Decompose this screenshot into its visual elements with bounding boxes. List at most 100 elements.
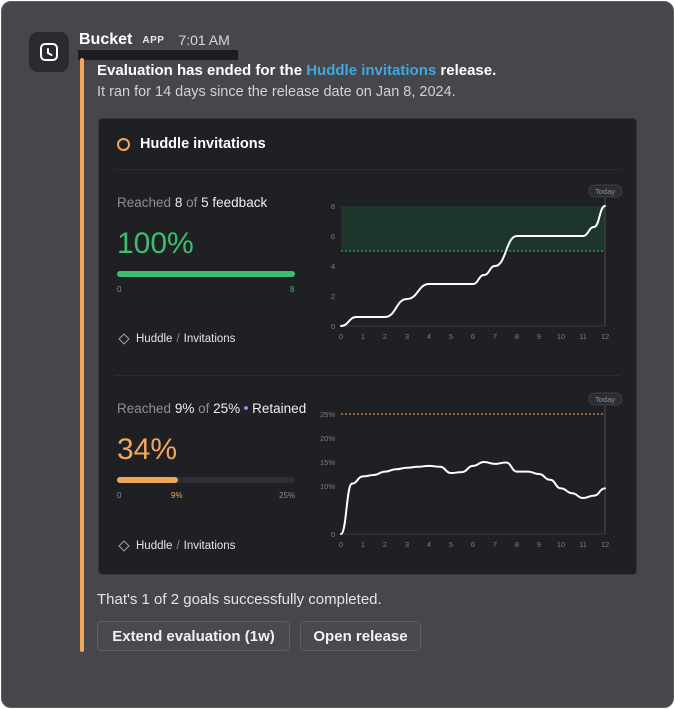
goal1-bar-min: 0	[117, 285, 122, 294]
app-badge: APP	[142, 34, 165, 46]
today-badge: Today	[588, 184, 623, 198]
x-tick-label: 6	[471, 540, 475, 549]
y-tick-label: 0	[331, 322, 335, 331]
x-tick-label: 9	[537, 540, 541, 549]
evaluation-card: Huddle invitations Reached 8 of 5 feedba…	[98, 118, 637, 575]
feature-separator: /	[176, 540, 180, 552]
bucket-logo-icon	[40, 43, 58, 61]
x-tick-label: 2	[383, 540, 387, 549]
message-text: Evaluation has ended for the	[97, 62, 307, 79]
goal2-bar-max: 25%	[279, 491, 296, 500]
reached-label: Reached	[117, 401, 172, 416]
y-tick-label: 25%	[320, 410, 335, 419]
x-tick-label: 6	[471, 332, 475, 341]
evaluation-summary: That's 1 of 2 goals successfully complet…	[97, 591, 382, 608]
y-tick-label: 0	[331, 530, 335, 539]
goal1-bar-value: 8	[290, 285, 295, 294]
reached-label: Reached	[117, 195, 172, 210]
x-tick-label: 10	[557, 540, 565, 549]
message-line-2: It ran for 14 days since the release dat…	[97, 84, 456, 100]
card-title-text: Huddle invitations	[140, 136, 266, 152]
feature-diamond-icon	[118, 333, 130, 345]
bucket-app-avatar[interactable]	[29, 32, 69, 72]
target-band	[341, 206, 605, 251]
x-tick-label: 11	[579, 332, 587, 341]
goal1-percent: 100%	[117, 227, 194, 260]
message-timestamp[interactable]: 7:01 AM	[178, 32, 229, 48]
x-tick-label: 5	[449, 332, 453, 341]
y-tick-label: 10%	[320, 482, 335, 491]
goal2-percent: 34%	[117, 433, 178, 466]
x-tick-label: 9	[537, 332, 541, 341]
of-label: of	[186, 195, 198, 210]
goal1-progress-fill	[117, 271, 295, 277]
retention-line-chart: Today010%15%20%25%0 1 2 3 4 5 6 7 8 9 10 11 12	[320, 392, 623, 549]
feature-name: Huddle	[136, 540, 173, 552]
series-line	[340, 461, 606, 535]
x-tick-label: 8	[515, 332, 519, 341]
feature-separator: /	[176, 333, 180, 345]
goal2-progress-bar	[117, 477, 295, 483]
x-tick-label: 0	[339, 332, 343, 341]
y-tick-label: 2	[331, 292, 335, 301]
x-tick-label: 11	[579, 540, 587, 549]
feature-sub-name: Invitations	[183, 540, 236, 552]
status-ring-icon	[117, 137, 130, 151]
goal1-reached-text: Reached 8 of 5 feedback	[117, 195, 267, 210]
release-link[interactable]: Huddle invitations	[306, 62, 436, 79]
feedback-line-chart: Today024680 1 2 3 4 5 6 7 8 9 10 11 12	[331, 184, 623, 341]
y-tick-label: 8	[331, 202, 335, 211]
x-tick-label: 8	[515, 540, 519, 549]
message-text: release.	[436, 62, 497, 79]
x-tick-label: 1	[361, 332, 365, 341]
feature-name: Huddle	[136, 333, 173, 345]
y-tick-label: 6	[331, 232, 335, 241]
goal2-bar-value: 9%	[171, 491, 183, 500]
retained-dot-icon	[244, 406, 249, 411]
x-tick-label: 7	[493, 332, 497, 341]
redaction-bar	[78, 50, 238, 60]
goal1-value: 8	[174, 195, 183, 210]
goal2-bar-min: 0	[117, 491, 122, 500]
slack-message-frame: Bucket APP 7:01 AM Evaluation has ended …	[1, 1, 674, 708]
x-tick-label: 3	[405, 332, 409, 341]
today-badge: Today	[588, 392, 623, 406]
y-tick-label: 20%	[320, 434, 335, 443]
feature-sub-name: Invitations	[183, 333, 236, 345]
x-tick-label: 4	[427, 332, 431, 341]
message-line-1: Evaluation has ended for the Huddle invi…	[97, 62, 496, 79]
goal2-feature-link[interactable]: Huddle / Invitations	[118, 540, 236, 552]
goal1-progress-bar	[117, 271, 295, 277]
x-tick-label: 3	[405, 540, 409, 549]
x-tick-label: 10	[557, 332, 565, 341]
y-tick-label: 4	[331, 262, 335, 271]
goal2-progress-fill	[117, 477, 178, 483]
card-divider	[115, 169, 620, 170]
card-title: Huddle invitations	[117, 136, 266, 152]
goal1-feature-link[interactable]: Huddle / Invitations	[118, 333, 236, 345]
extend-evaluation-button[interactable]: Extend evaluation (1w)	[97, 621, 290, 651]
feature-diamond-icon	[118, 540, 130, 552]
x-tick-label: 12	[601, 540, 609, 549]
x-tick-label: 0	[339, 540, 343, 549]
goal2-metric: Retained	[252, 401, 307, 416]
sender-name[interactable]: Bucket	[79, 31, 132, 49]
x-tick-label: 12	[601, 332, 609, 341]
goal1-unit: feedback	[212, 195, 268, 210]
x-tick-label: 7	[493, 540, 497, 549]
x-tick-label: 2	[383, 332, 387, 341]
today-label: Today	[595, 395, 615, 404]
message-header: Bucket APP 7:01 AM	[79, 30, 230, 50]
open-release-button[interactable]: Open release	[300, 621, 421, 651]
of-label: of	[198, 401, 210, 416]
x-tick-label: 1	[361, 540, 365, 549]
goal2-value: 9%	[174, 401, 195, 416]
attachment-accent-bar	[80, 58, 84, 652]
today-label: Today	[595, 187, 615, 196]
x-tick-label: 5	[449, 540, 453, 549]
y-tick-label: 15%	[320, 458, 335, 467]
x-tick-label: 4	[427, 540, 431, 549]
goal2-target: 25%	[213, 401, 241, 416]
goal2-reached-text: Reached 9% of 25% Retained	[117, 401, 306, 416]
goal1-target: 5	[201, 195, 209, 210]
